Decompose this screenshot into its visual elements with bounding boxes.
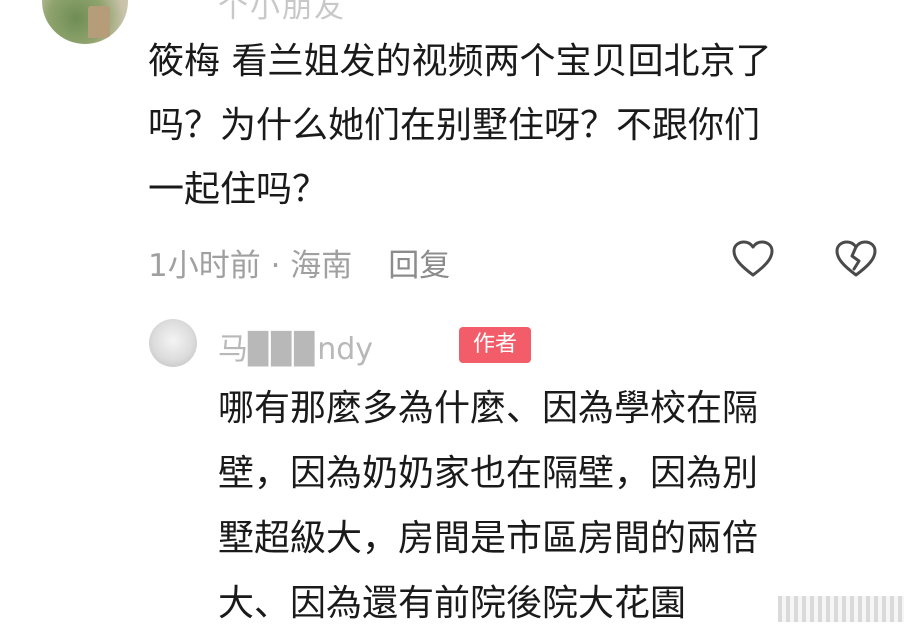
avatar-building-shape: [88, 6, 110, 38]
heart-icon[interactable]: [731, 239, 775, 279]
commenter-avatar[interactable]: [42, 0, 128, 44]
commenter-username[interactable]: 个小朋友: [218, 0, 346, 26]
watermark: [778, 596, 904, 622]
author-avatar[interactable]: [149, 319, 197, 367]
author-badge: 作者: [459, 327, 531, 363]
comment-thread: 个小朋友 筱梅 看兰姐发的视频两个宝贝回北京了 吗？为什么她们在别墅住呀？不跟你…: [0, 0, 922, 637]
author-username[interactable]: 马▉▉▉ndy: [218, 324, 373, 368]
meta-separator: ·: [260, 248, 291, 284]
comment-meta: 1小时前 · 海南 回复: [148, 240, 450, 285]
comment-time: 1小时前: [148, 248, 261, 284]
comment-location: 海南: [290, 248, 353, 284]
comment-text: 筱梅 看兰姐发的视频两个宝贝回北京了 吗？为什么她们在别墅住呀？不跟你们 一起住…: [148, 41, 772, 210]
reply-button[interactable]: 回复: [388, 248, 450, 284]
broken-heart-icon[interactable]: [834, 239, 878, 279]
